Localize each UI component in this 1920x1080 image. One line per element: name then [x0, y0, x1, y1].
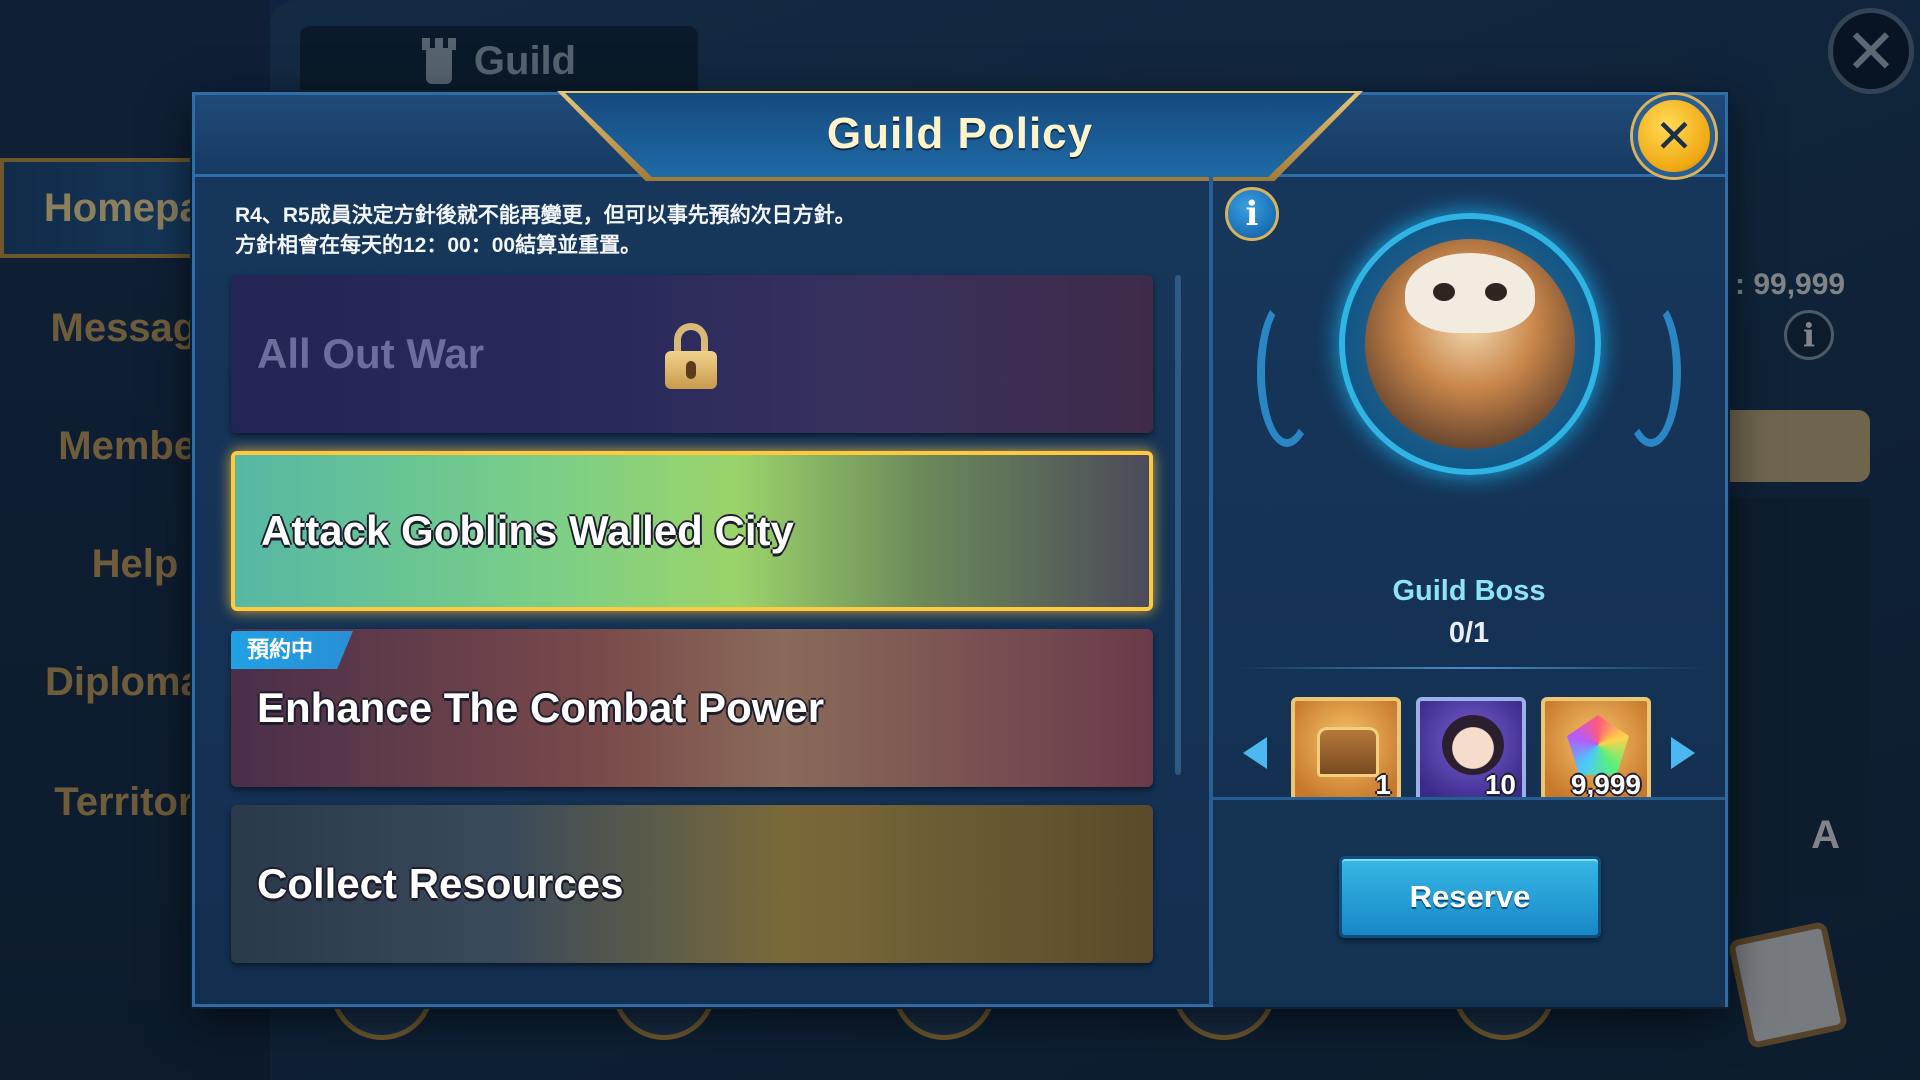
policy-name: All Out War: [257, 330, 485, 377]
policy-list: All Out War Attack Goblins Walled City 預…: [231, 275, 1153, 985]
background-currency-amount: : 99,999: [1735, 268, 1846, 301]
rook-icon: [421, 38, 456, 84]
dialog-title: Guild Policy: [826, 109, 1094, 158]
laurel-left-icon: [1257, 297, 1317, 447]
policy-name: Collect Resources: [257, 860, 624, 907]
policy-notice: R4、R5成員決定方針後就不能再變更，但可以事先預約次日方針。 方針相會在每天的…: [235, 201, 1135, 261]
policy-list-scrollbar[interactable]: [1175, 275, 1181, 775]
reward-item[interactable]: 9,999: [1541, 697, 1651, 807]
reward-list: 1 10 9,999: [1291, 697, 1651, 807]
detail-separator: [1233, 667, 1705, 669]
close-icon: ✕: [1654, 110, 1694, 162]
guild-boss-emblem-icon: [1339, 213, 1601, 475]
reward-next-arrow-icon[interactable]: [1671, 737, 1695, 769]
policy-card-attack-goblins[interactable]: Attack Goblins Walled City: [231, 451, 1153, 611]
boss-count: 0/1: [1448, 617, 1490, 649]
background-guild-tab: Guild: [300, 26, 698, 96]
detail-footer: Reserve: [1213, 797, 1725, 1007]
reserved-badge: 預約中: [231, 631, 354, 669]
notice-line: 方針相會在每天的12：00：00結算並重置。: [235, 234, 642, 257]
reward-item[interactable]: 1: [1291, 697, 1401, 807]
reserve-button[interactable]: Reserve: [1339, 856, 1601, 938]
policy-card-enhance-combat[interactable]: 預約中 Enhance The Combat Power: [231, 629, 1153, 787]
policy-card-collect-resources[interactable]: Collect Resources: [231, 805, 1153, 963]
hero-portrait-icon: [1442, 715, 1504, 775]
notice-line: R4、R5成員決定方針後就不能再變更，但可以事先預約次日方針。: [235, 204, 856, 227]
dragon-skull-icon: [1405, 253, 1535, 333]
boss-label: Guild Boss: [1392, 575, 1546, 607]
background-info-icon[interactable]: i: [1784, 310, 1834, 360]
rainbow-gem-icon: [1567, 715, 1629, 775]
translate-icon[interactable]: A: [1780, 798, 1840, 858]
laurel-right-icon: [1621, 297, 1681, 447]
policy-detail-panel: i Guild Boss 0/1 1 10 9,999 Reserve: [1213, 177, 1725, 1007]
policy-name: Enhance The Combat Power: [257, 684, 825, 731]
info-icon[interactable]: i: [1225, 187, 1279, 241]
policy-name: Attack Goblins Walled City: [261, 507, 794, 554]
policy-card-all-out-war[interactable]: All Out War: [231, 275, 1153, 433]
treasure-chest-icon: [1317, 727, 1379, 777]
guild-policy-dialog: Guild Policy ✕ R4、R5成員決定方針後就不能再變更，但可以事先預…: [192, 91, 1728, 1007]
background-progress-bar: [1728, 410, 1870, 482]
lock-icon: [665, 323, 717, 389]
background-guild-tab-label: Guild: [473, 38, 577, 83]
background-close-icon[interactable]: ✕: [1828, 8, 1914, 94]
reward-item[interactable]: 10: [1416, 697, 1526, 807]
close-button[interactable]: ✕: [1633, 95, 1715, 177]
reward-prev-arrow-icon[interactable]: [1243, 737, 1267, 769]
